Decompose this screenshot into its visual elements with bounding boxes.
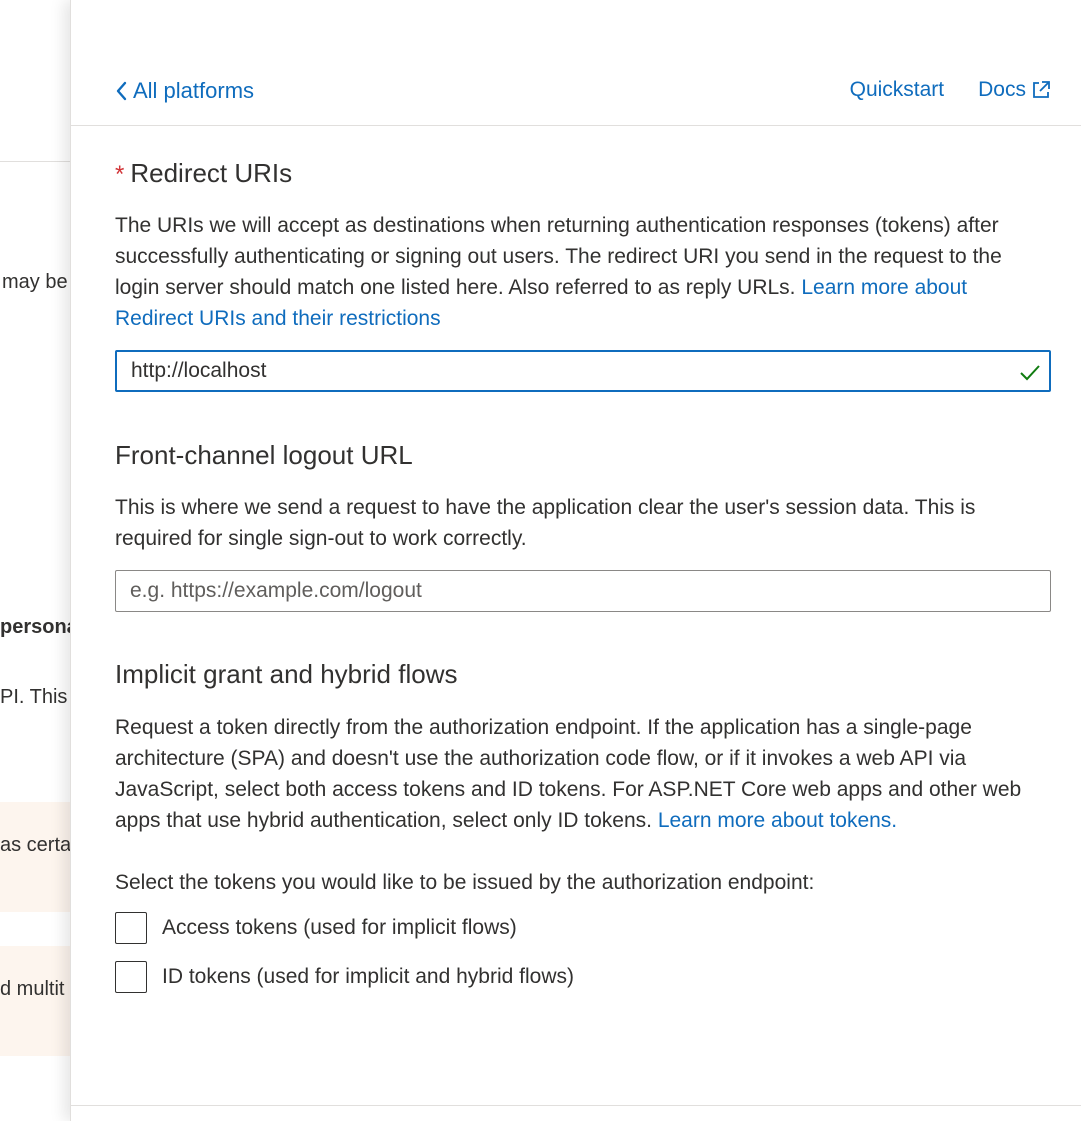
access-tokens-checkbox[interactable]	[115, 912, 147, 944]
redirect-uris-title: Redirect URIs	[130, 158, 293, 188]
logout-url-input[interactable]: e.g. https://example.com/logout	[115, 570, 1051, 612]
background-text-fragment: PI. This	[0, 686, 68, 708]
access-tokens-option[interactable]: Access tokens (used for implicit flows)	[115, 910, 574, 946]
quickstart-link[interactable]: Quickstart	[850, 78, 945, 102]
implicit-grant-heading: Implicit grant and hybrid flows	[115, 659, 458, 689]
panel-footer-divider	[71, 1105, 1081, 1106]
chevron-left-icon	[116, 81, 127, 101]
checkmark-icon	[1020, 365, 1040, 381]
background-text-fragment: persona	[0, 616, 70, 638]
access-tokens-label: Access tokens (used for implicit flows)	[162, 916, 517, 939]
docs-label: Docs	[978, 78, 1026, 101]
docs-link[interactable]: Docs	[978, 78, 1052, 102]
background-text-fragment: d multit	[0, 978, 65, 1000]
token-options: Access tokens (used for implicit flows) …	[115, 910, 574, 1008]
background-divider	[0, 161, 70, 162]
header-links: Quickstart Docs	[850, 78, 1052, 102]
learn-more-tokens-link[interactable]: Learn more about tokens.	[658, 809, 897, 832]
panel-header: All platforms Quickstart Docs	[71, 0, 1081, 126]
redirect-uris-heading: * Redirect URIs	[115, 158, 292, 189]
background-warning-box: as certa	[0, 802, 70, 912]
redirect-uri-value: http://localhost	[131, 359, 267, 382]
id-tokens-checkbox[interactable]	[115, 961, 147, 993]
background-text-fragment: as certa	[0, 834, 70, 856]
implicit-grant-description: Request a token directly from the author…	[115, 712, 1051, 836]
token-select-prompt: Select the tokens you would like to be i…	[115, 871, 815, 894]
id-tokens-option[interactable]: ID tokens (used for implicit and hybrid …	[115, 959, 574, 995]
all-platforms-label: All platforms	[133, 78, 255, 103]
logout-url-description: This is where we send a request to have …	[115, 496, 976, 550]
background-text-fragment: may be	[2, 271, 68, 293]
redirect-uris-description: The URIs we will accept as destinations …	[115, 210, 1051, 334]
required-indicator: *	[115, 161, 125, 188]
configure-platform-panel: All platforms Quickstart Docs * Redirect …	[70, 0, 1081, 1121]
background-page: may be persona PI. This as certa d multi…	[0, 0, 70, 1121]
external-link-icon	[1033, 81, 1050, 98]
id-tokens-label: ID tokens (used for implicit and hybrid …	[162, 965, 574, 988]
all-platforms-link[interactable]: All platforms	[115, 78, 254, 104]
background-warning-box: d multit	[0, 946, 70, 1056]
logout-url-placeholder: e.g. https://example.com/logout	[130, 579, 422, 602]
logout-url-heading: Front-channel logout URL	[115, 440, 413, 470]
redirect-uri-input[interactable]: http://localhost	[115, 350, 1051, 392]
